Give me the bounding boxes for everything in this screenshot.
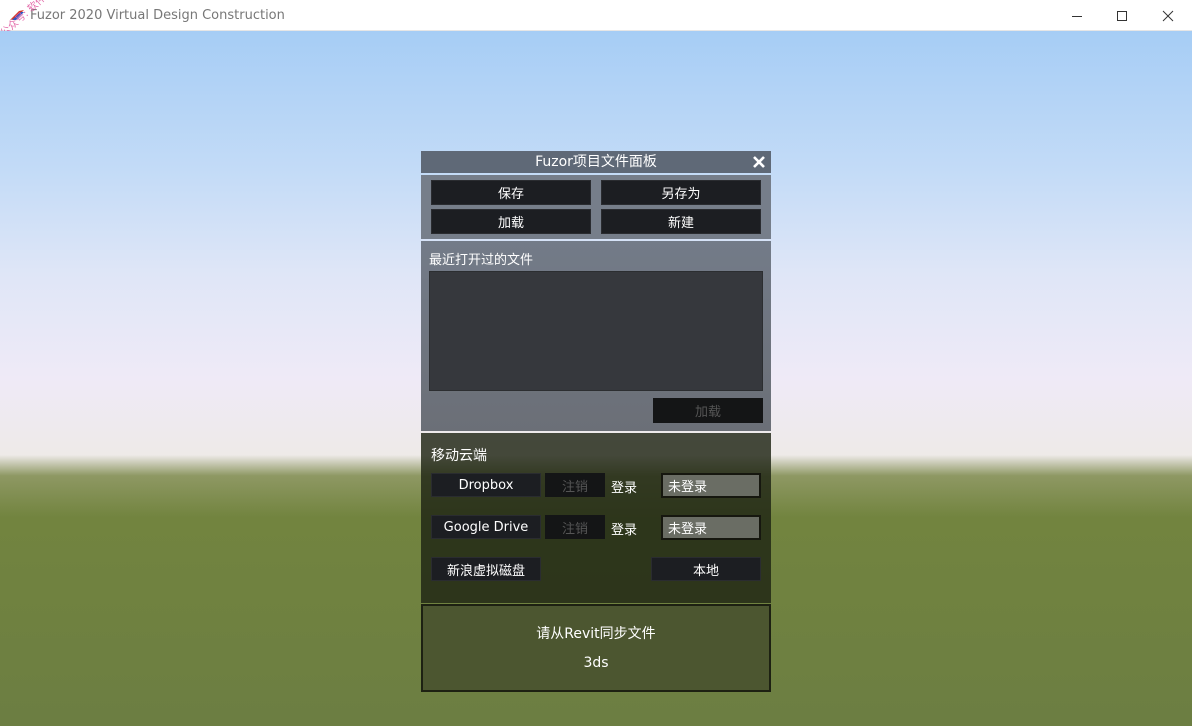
- recent-files-section: 最近打开过的文件 加载: [421, 241, 771, 431]
- load-button[interactable]: 加载: [431, 209, 591, 234]
- close-window-button[interactable]: [1145, 0, 1191, 31]
- window-titlebar: Fuzor 2020 Virtual Design Construction: [0, 0, 1192, 31]
- save-as-button[interactable]: 另存为: [601, 180, 761, 205]
- revit-sync-message: 请从Revit同步文件: [536, 626, 656, 642]
- cloud-section: 移动云端 Dropbox 注销 登录 未登录 Google Drive 注销 登…: [421, 433, 771, 603]
- close-icon: [753, 156, 765, 168]
- google-drive-status: 未登录: [661, 515, 761, 540]
- new-button[interactable]: 新建: [601, 209, 761, 234]
- load-recent-button[interactable]: 加载: [653, 398, 763, 423]
- google-drive-logout-button[interactable]: 注销: [545, 515, 605, 539]
- google-drive-login-label[interactable]: 登录: [611, 519, 637, 538]
- google-drive-button[interactable]: Google Drive: [431, 515, 541, 539]
- dropbox-login-label[interactable]: 登录: [611, 477, 637, 496]
- dropbox-button[interactable]: Dropbox: [431, 473, 541, 497]
- minimize-icon: [1072, 15, 1082, 17]
- dropbox-logout-button[interactable]: 注销: [545, 473, 605, 497]
- local-button[interactable]: 本地: [651, 557, 761, 581]
- panel-header: Fuzor项目文件面板: [421, 151, 771, 173]
- maximize-button[interactable]: [1099, 0, 1145, 31]
- revit-sync-section: 请从Revit同步文件 3ds: [421, 604, 771, 692]
- maximize-icon: [1117, 10, 1127, 21]
- project-file-panel: Fuzor项目文件面板 保存 另存为 加载 新建 最近打开过的文件 加载 移动云…: [421, 151, 771, 692]
- panel-title: Fuzor项目文件面板: [535, 154, 657, 170]
- save-button[interactable]: 保存: [431, 180, 591, 205]
- panel-close-button[interactable]: [751, 154, 767, 170]
- recent-files-list[interactable]: [429, 271, 763, 391]
- file-actions-section: 保存 另存为 加载 新建: [421, 175, 771, 239]
- minimize-button[interactable]: [1054, 0, 1100, 31]
- cloud-label: 移动云端: [431, 448, 487, 464]
- window-title: Fuzor 2020 Virtual Design Construction: [30, 8, 285, 23]
- close-icon: [1162, 10, 1174, 21]
- recent-files-label: 最近打开过的文件: [429, 253, 534, 268]
- sync-format-label: 3ds: [583, 655, 609, 671]
- dropbox-status: 未登录: [661, 473, 761, 498]
- sina-disk-button[interactable]: 新浪虚拟磁盘: [431, 557, 541, 581]
